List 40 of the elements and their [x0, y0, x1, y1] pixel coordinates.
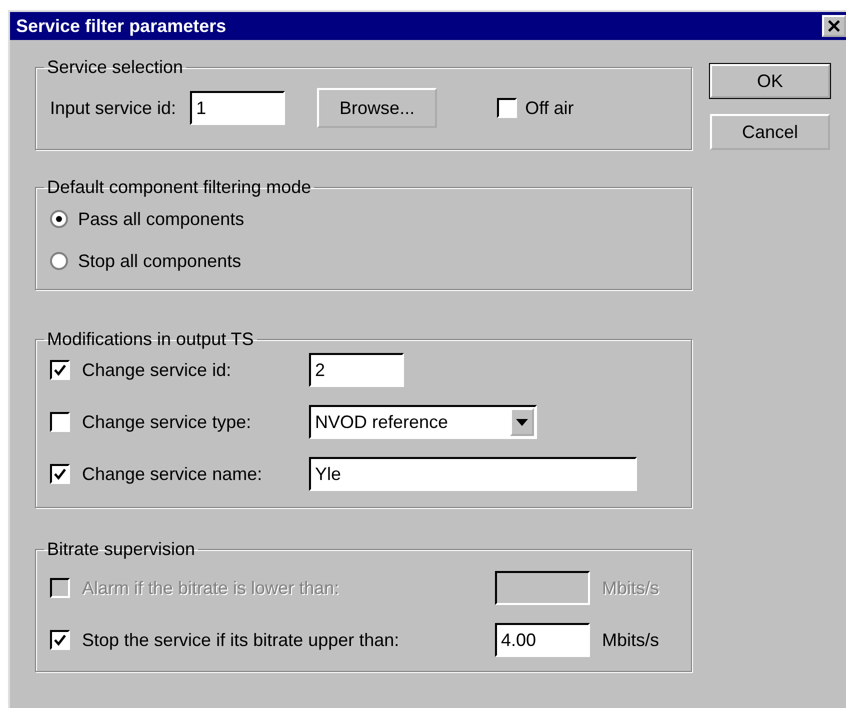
close-icon [827, 20, 841, 32]
text-field[interactable]: 2 [309, 353, 404, 387]
check-icon [53, 363, 67, 377]
checkbox-label: Change service id: [82, 360, 232, 380]
ok-button[interactable]: OK [710, 64, 830, 98]
dropdown-button[interactable] [510, 408, 534, 436]
browse-button[interactable]: Browse... [317, 88, 438, 128]
check-icon [53, 467, 67, 481]
dropdown-value: NVOD reference [315, 412, 448, 432]
bitrate-field[interactable]: 4.00 [495, 623, 590, 657]
checkbox-label: Off air [525, 98, 574, 118]
radio-label: Pass all components [78, 208, 244, 230]
radio-label: Stop all components [78, 250, 242, 272]
checkbox[interactable] [50, 412, 70, 432]
field-label: Input service id: [50, 98, 176, 118]
close-button[interactable] [822, 15, 846, 37]
checkbox[interactable] [50, 464, 70, 484]
cancel-button[interactable]: Cancel [710, 114, 830, 150]
checkbox-label: Change service name: [82, 464, 264, 484]
caret-icon [516, 418, 528, 426]
checkbox[interactable] [497, 98, 518, 118]
checkbox-label: Stop the service if its bitrate upper than: [82, 630, 400, 650]
radio-button[interactable] [50, 252, 68, 270]
service-type-dropdown[interactable]: NVOD reference [309, 405, 537, 439]
text-field[interactable]: Yle [309, 457, 637, 491]
group-title: Bitrate supervision [46, 538, 196, 560]
checkbox-label: Alarm if the bitrate is lower than: [82, 578, 340, 598]
unit-label: Mbits/s [602, 630, 660, 650]
radio-button[interactable] [50, 210, 68, 228]
bitrate-field[interactable] [495, 571, 590, 605]
group-title: Modifications in output TS [46, 328, 255, 350]
group-title: Service selection [46, 56, 184, 78]
unit-label: Mbits/s [602, 578, 660, 598]
group-title: Default component filtering mode [46, 176, 312, 198]
checkbox[interactable] [50, 360, 70, 380]
window-title: Service filter parameters [16, 16, 226, 36]
checkbox[interactable] [50, 630, 70, 650]
check-icon [53, 633, 67, 647]
checkbox-label: Change service type: [82, 412, 252, 432]
service-id-field[interactable]: 1 [190, 91, 286, 125]
